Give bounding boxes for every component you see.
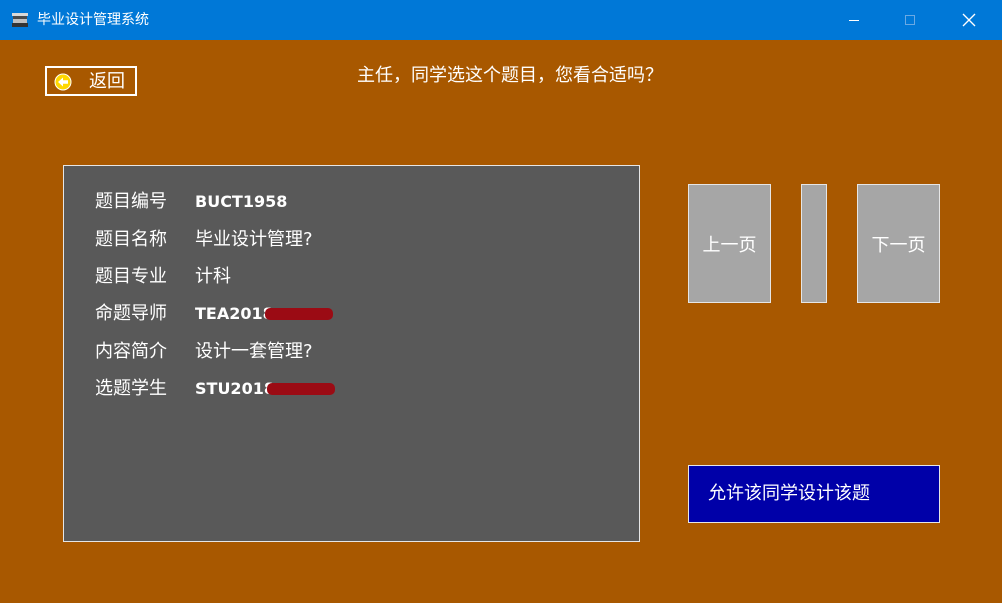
close-button[interactable] <box>946 0 992 40</box>
info-label: 题目名称 <box>95 229 167 250</box>
topic-summary-value: 设计一套管理? <box>195 341 313 362</box>
maximize-icon <box>905 15 915 25</box>
maximize-button[interactable] <box>887 0 933 40</box>
minimize-icon <box>849 20 859 21</box>
info-label: 选题学生 <box>95 378 167 399</box>
prev-page-button[interactable]: 上一页 <box>688 184 771 303</box>
redaction-mark <box>265 308 333 320</box>
approve-button[interactable]: 允许该同学设计该题 <box>688 465 940 523</box>
page-indicator <box>801 184 827 303</box>
app-icon <box>12 13 28 27</box>
window-title: 毕业设计管理系统 <box>37 12 149 28</box>
info-label: 内容简介 <box>95 341 167 362</box>
topic-advisor-value: TEA2018 <box>195 304 274 323</box>
info-label: 命题导师 <box>95 303 167 324</box>
info-label: 题目专业 <box>95 266 167 287</box>
topic-info-panel: 题目编号 BUCT1958 题目名称 毕业设计管理? 题目专业 计科 命题导师 … <box>63 165 640 542</box>
arrow-left-icon <box>54 73 72 91</box>
title-bar: 毕业设计管理系统 <box>0 0 1002 40</box>
topic-student-value: STU2018 <box>195 379 275 398</box>
minimize-button[interactable] <box>831 0 877 40</box>
next-page-button[interactable]: 下一页 <box>857 184 940 303</box>
topic-name-value: 毕业设计管理? <box>195 229 313 250</box>
back-label: 返回 <box>89 71 125 92</box>
prompt-text: 主任，同学选这个题目，您看合适吗？ <box>357 65 663 86</box>
back-button[interactable]: 返回 <box>45 66 137 96</box>
info-label: 题目编号 <box>95 191 167 212</box>
topic-major-value: 计科 <box>195 266 231 287</box>
close-icon <box>962 13 976 27</box>
topic-id-value: BUCT1958 <box>195 192 288 211</box>
redaction-mark <box>267 383 335 395</box>
